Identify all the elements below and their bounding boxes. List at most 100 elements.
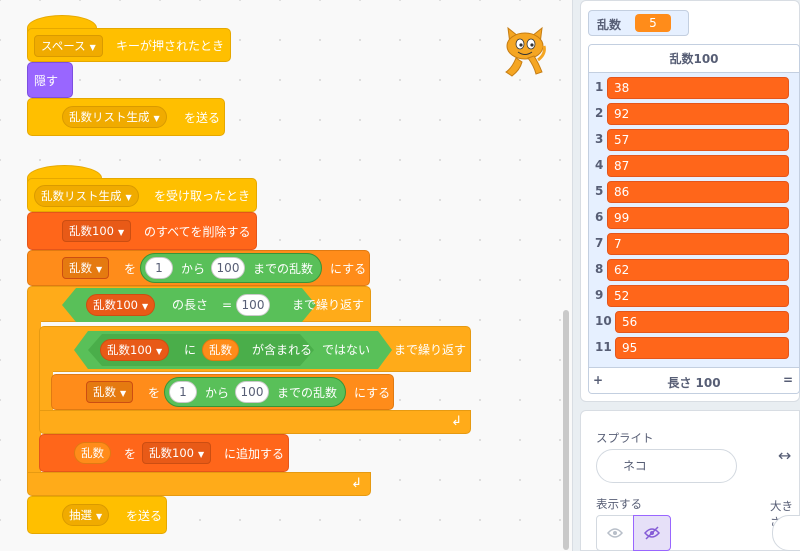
size-input[interactable] (772, 515, 800, 551)
show-button[interactable] (596, 515, 634, 551)
add-text: に追加する (224, 447, 285, 461)
inner-set-variable-block[interactable]: 乱数 ▼ を 1 から 100 までの乱数 にする (51, 374, 394, 410)
variable-name: 乱数 (597, 18, 622, 32)
key-dropdown[interactable]: スペース ▼ (34, 35, 103, 57)
arrows-icon: ↔ (778, 446, 792, 465)
not-condition[interactable]: 乱数100 ▼ に 乱数 が含まれる ではない (74, 331, 392, 369)
set-suffix: にする (354, 386, 391, 400)
variable-reporter[interactable]: 乱数 (202, 339, 239, 361)
length-of-text: の長さ (172, 298, 209, 312)
list-value: 99 (607, 207, 789, 229)
broadcast-text: を送る (184, 111, 221, 125)
variable-reporter[interactable]: 乱数 (74, 442, 111, 464)
list-item[interactable]: 77 (589, 231, 799, 257)
receive-text: を受け取ったとき (154, 189, 251, 203)
list-value: 7 (607, 233, 789, 255)
set-suffix: にする (330, 262, 367, 276)
list-value: 56 (615, 311, 789, 333)
equals-condition[interactable]: 乱数100 ▼ の長さ = 100 (62, 288, 316, 322)
list-item[interactable]: 4 87 (589, 153, 799, 179)
list-index: 7 (595, 236, 604, 250)
sprite-label: スプライト (596, 431, 654, 445)
list-item[interactable]: 5 86 (589, 179, 799, 205)
from-text: から (181, 262, 206, 276)
list-value: 62 (607, 259, 789, 281)
hide-label: 隠す (34, 74, 59, 88)
list-index: 5 (595, 184, 604, 198)
broadcast-text: を送る (126, 509, 163, 523)
random-text: までの乱数 (277, 386, 338, 400)
list-value: 57 (607, 129, 789, 151)
equals-text: = (222, 298, 233, 312)
random-from-input[interactable]: 1 (169, 381, 197, 403)
contains-condition[interactable]: 乱数100 ▼ に 乱数 が含まれる (88, 334, 314, 366)
broadcast-block[interactable]: 乱数リスト生成 ▼ を送る (27, 98, 225, 136)
when-key-pressed-block[interactable]: スペース ▼ キーが押されたとき (27, 28, 231, 62)
list-value: 92 (607, 103, 789, 125)
list-value: 95 (615, 337, 789, 359)
repeat-until-foot: ↲ (27, 472, 371, 496)
ni-text: に (184, 343, 197, 357)
add-to-list-block[interactable]: 乱数 を 乱数100 ▼ に追加する (39, 434, 289, 472)
list-index: 6 (595, 210, 604, 224)
list-dropdown[interactable]: 乱数100 ▼ (100, 339, 169, 361)
variable-value: 5 (635, 14, 671, 32)
list-index: 8 (595, 262, 604, 276)
inner-repeat-until-block[interactable]: 乱数100 ▼ に 乱数 が含まれる ではない まで繰り返す (39, 326, 471, 372)
hat-text: キーが押されたとき (116, 39, 225, 53)
list-item[interactable]: 1 38 (589, 75, 799, 101)
when-receive-block[interactable]: 乱数リスト生成 ▼ を受け取ったとき (27, 178, 257, 212)
list-index: 9 (595, 288, 604, 302)
list-item[interactable]: 8 62 (589, 257, 799, 283)
set-to-text: を (124, 262, 137, 276)
variable-dropdown[interactable]: 乱数 ▼ (86, 381, 134, 403)
repeat-until-block[interactable]: 乱数100 ▼ の長さ = 100 まで繰り返す (27, 286, 371, 322)
broadcast-dropdown[interactable]: 抽選 ▼ (62, 504, 110, 526)
broadcast-dropdown[interactable]: 乱数リスト生成 ▼ (62, 106, 167, 128)
random-block[interactable]: 1 から 100 までの乱数 (140, 253, 322, 283)
delete-all-text: のすべてを削除する (144, 225, 251, 239)
list-body[interactable]: 1 38 2 92 3 57 4 87 5 86 6 99 77 8 62 9 52 10 56 … (589, 73, 799, 367)
eye-icon (607, 528, 623, 538)
list-index: 1 (595, 80, 604, 94)
list-length: 長さ 100 (667, 376, 721, 390)
list-item[interactable]: 6 99 (589, 205, 799, 231)
list-index: 10 (595, 314, 612, 328)
list-item[interactable]: 3 57 (589, 127, 799, 153)
broadcast-block[interactable]: 抽選 ▼ を送る (27, 496, 167, 534)
list-item[interactable]: 11 95 (589, 335, 799, 361)
receive-dropdown[interactable]: 乱数リスト生成 ▼ (34, 185, 139, 207)
list-dropdown[interactable]: 乱数100 ▼ (142, 442, 212, 464)
list-item[interactable]: 2 92 (589, 101, 799, 127)
variable-monitor[interactable]: 乱数 5 (588, 10, 689, 36)
list-title: 乱数100 (589, 45, 799, 73)
list-item[interactable]: 10 56 (589, 309, 799, 335)
equals-value-input[interactable]: 100 (236, 294, 270, 316)
sprite-name-input[interactable]: ネコ (596, 449, 737, 483)
random-to-input[interactable]: 100 (211, 257, 245, 279)
variable-dropdown[interactable]: 乱数 ▼ (62, 257, 110, 279)
list-index: 3 (595, 132, 604, 146)
inner-repeat-foot: ↲ (39, 410, 471, 434)
list-length-reporter[interactable]: 乱数100 ▼ (86, 294, 155, 316)
code-area[interactable]: スペース ▼ キーが押されたとき 隠す 乱数リスト生成 ▼ を送る 乱数リスト生成 ▼… (0, 0, 573, 551)
random-to-input[interactable]: 100 (235, 381, 269, 403)
loop-arrow-icon: ↲ (351, 476, 362, 491)
set-to-text: を (148, 386, 161, 400)
list-dropdown[interactable]: 乱数100 ▼ (62, 220, 132, 242)
random-block[interactable]: 1 から 100 までの乱数 (164, 377, 346, 407)
resize-handle[interactable]: = (783, 373, 793, 387)
hide-button[interactable] (633, 515, 671, 551)
loop-arrow-icon: ↲ (451, 414, 462, 429)
hide-block[interactable]: 隠す (27, 62, 73, 98)
random-from-input[interactable]: 1 (145, 257, 173, 279)
delete-all-block[interactable]: 乱数100 ▼ のすべてを削除する (27, 212, 257, 250)
from-text: から (205, 386, 230, 400)
list-value: 52 (607, 285, 789, 307)
set-variable-block[interactable]: 乱数 ▼ を 1 から 100 までの乱数 にする (27, 250, 370, 286)
list-item[interactable]: 9 52 (589, 283, 799, 309)
list-monitor[interactable]: 乱数100 1 38 2 92 3 57 4 87 5 86 6 99 77 8 62 9 52… (588, 44, 800, 394)
vertical-scrollbar[interactable] (563, 310, 569, 550)
inner-repeat-text: まで繰り返す (394, 343, 467, 357)
list-value: 87 (607, 155, 789, 177)
